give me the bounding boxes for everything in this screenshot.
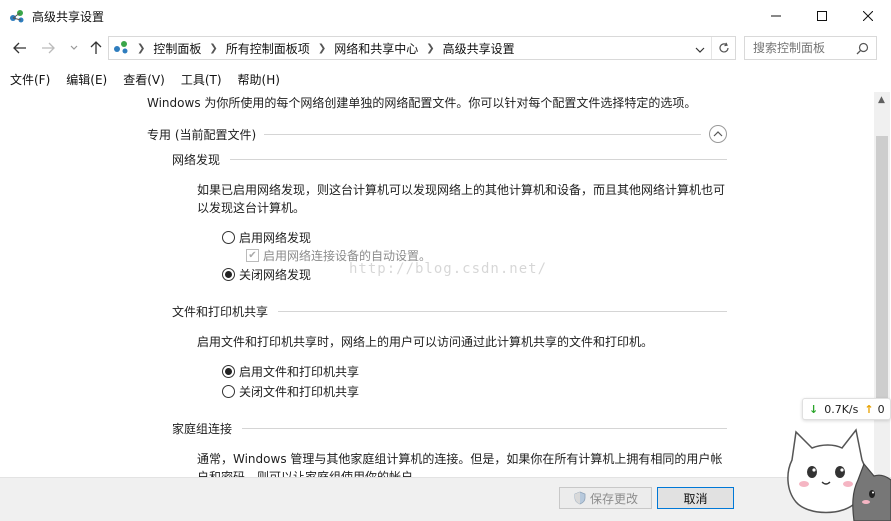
arrow-up-icon [90, 41, 102, 54]
file-sharing-description: 启用文件和打印机共享时，网络上的用户可以访问通过此计算机共享的文件和打印机。 [197, 335, 654, 349]
address-dropdown-icon[interactable] [695, 43, 705, 57]
refresh-icon [718, 42, 729, 53]
menu-tools[interactable]: 工具(T) [171, 68, 228, 90]
back-button[interactable] [10, 39, 30, 57]
save-changes-label: 保存更改 [589, 491, 638, 506]
minimize-button[interactable] [753, 0, 799, 31]
maximize-button[interactable] [799, 0, 845, 31]
watermark: http://blog.csdn.net/ [349, 261, 548, 277]
checkbox: ✔ [246, 249, 259, 262]
address-bar[interactable]: ❯ 控制面板 ❯ 所有控制面板项 ❯ 网络和共享中心 ❯ 高级共享设置 [108, 36, 736, 60]
close-button[interactable] [845, 0, 891, 31]
scroll-up-icon[interactable]: ▲ [878, 95, 885, 105]
search-icon[interactable] [856, 42, 869, 58]
breadcrumb-all-items[interactable]: 所有控制面板项 [226, 40, 310, 57]
download-speed: 0.7K/s [824, 402, 859, 416]
control-panel-icon [113, 39, 129, 58]
chevron-right-icon[interactable]: ❯ [318, 43, 326, 54]
window-title: 高级共享设置 [32, 9, 105, 24]
profile-header: 专用 (当前配置文件) [147, 125, 727, 143]
divider [230, 159, 727, 160]
navigation-bar: ❯ 控制面板 ❯ 所有控制面板项 ❯ 网络和共享中心 ❯ 高级共享设置 [0, 32, 891, 64]
cancel-button[interactable]: 取消 [657, 487, 734, 509]
recent-locations-button[interactable] [64, 39, 84, 57]
radio-button[interactable] [222, 385, 235, 398]
cat-mascot-icon [787, 428, 891, 521]
disable-file-sharing-option[interactable]: 关闭文件和打印机共享 [222, 383, 359, 400]
window: 高级共享设置 ❯ 控制面板 ❯ 所有控制面板项 ❯ 网络和共享中心 ❯ 高级共享… [0, 0, 891, 521]
forward-button[interactable] [38, 39, 58, 57]
upload-speed: 0 [877, 402, 885, 416]
minimize-icon [771, 15, 781, 16]
refresh-button[interactable] [711, 37, 735, 59]
net-speed-widget[interactable]: ↓ 0.7K/s ↑ 0 [802, 398, 891, 420]
maximize-icon [817, 10, 827, 21]
up-button[interactable] [86, 39, 106, 57]
option-label: 关闭文件和打印机共享 [239, 385, 360, 399]
homegroup-description: 通常，Windows 管理与其他家庭组计算机的连接。但是，如果你在所有计算机上拥… [197, 452, 723, 477]
option-label: 关闭网络发现 [239, 268, 312, 282]
divider [264, 133, 701, 135]
divider [278, 311, 727, 312]
arrow-up-icon: ↑ [864, 402, 874, 416]
title-bar: 高级共享设置 [0, 0, 891, 32]
enable-network-discovery-option[interactable]: 启用网络发现 [222, 229, 311, 246]
breadcrumb-control-panel[interactable]: 控制面板 [153, 40, 201, 57]
divider [242, 428, 727, 429]
chevron-down-icon [70, 45, 78, 50]
arrow-right-icon [42, 42, 55, 54]
option-label: 启用文件和打印机共享 [239, 365, 360, 379]
chevron-right-icon[interactable]: ❯ [209, 43, 217, 54]
arrow-left-icon [13, 42, 26, 54]
search-box[interactable] [744, 36, 877, 60]
profile-title: 专用 (当前配置文件) [147, 127, 257, 142]
scroll-thumb[interactable] [876, 136, 888, 398]
homegroup-title: 家庭组连接 [172, 422, 233, 436]
arrow-down-icon: ↓ [809, 402, 819, 416]
chevron-up-icon [713, 131, 723, 137]
close-icon [863, 10, 873, 21]
disable-network-discovery-option[interactable]: 关闭网络发现 [222, 266, 311, 283]
search-input[interactable] [753, 41, 853, 55]
radio-button[interactable] [222, 268, 235, 281]
intro-text: Windows 为你所使用的每个网络创建单独的网络配置文件。你可以针对每个配置文… [147, 96, 697, 110]
option-label: 启用网络发现 [239, 231, 312, 245]
radio-button[interactable] [222, 231, 235, 244]
menu-bar: 文件(F) 编辑(E) 查看(V) 工具(T) 帮助(H) [0, 68, 286, 90]
settings-content: Windows 为你所使用的每个网络创建单独的网络配置文件。你可以针对每个配置文… [0, 90, 891, 477]
file-sharing-header: 文件和打印机共享 [172, 303, 727, 320]
menu-edit[interactable]: 编辑(E) [56, 68, 113, 90]
shield-icon [574, 491, 586, 505]
file-sharing-title: 文件和打印机共享 [172, 305, 269, 319]
network-icon [9, 8, 25, 24]
cancel-label: 取消 [683, 491, 708, 506]
footer-bar: 保存更改 取消 [0, 477, 891, 521]
network-discovery-title: 网络发现 [172, 153, 221, 167]
menu-view[interactable]: 查看(V) [113, 68, 171, 90]
network-discovery-header: 网络发现 [172, 151, 727, 168]
breadcrumb-network-center[interactable]: 网络和共享中心 [334, 40, 418, 57]
collapse-button[interactable] [709, 125, 727, 143]
chevron-right-icon[interactable]: ❯ [426, 43, 434, 54]
network-discovery-description: 如果已启用网络发现，则这台计算机可以发现网络上的其他计算机和设备，而且其他网络计… [197, 183, 726, 215]
save-changes-button[interactable]: 保存更改 [559, 487, 652, 509]
breadcrumb-advanced-sharing[interactable]: 高级共享设置 [443, 40, 515, 57]
menu-file[interactable]: 文件(F) [0, 68, 56, 90]
chevron-right-icon: ❯ [137, 42, 146, 54]
enable-file-sharing-option[interactable]: 启用文件和打印机共享 [222, 363, 359, 380]
homegroup-header: 家庭组连接 [172, 420, 727, 437]
menu-help[interactable]: 帮助(H) [228, 68, 286, 90]
radio-button[interactable] [222, 365, 235, 378]
